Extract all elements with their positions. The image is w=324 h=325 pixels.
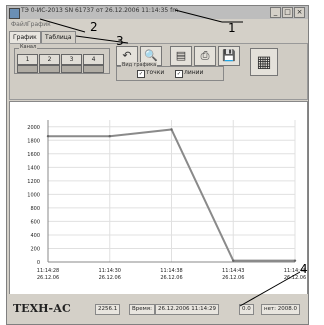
series-point: [108, 135, 111, 138]
series-point: [46, 135, 50, 138]
tab-table[interactable]: Таблица: [41, 31, 76, 43]
document-icon[interactable]: ▤: [170, 46, 192, 66]
channel-group: Канал 1 2 3 4: [14, 44, 110, 74]
y-tick-label: 1600: [27, 152, 40, 158]
channel-1-indicator: [17, 65, 38, 73]
line-chart: 200018001600140012001000800600400200011:…: [27, 120, 306, 281]
series-point: [293, 259, 297, 262]
table-view-icon[interactable]: ▦: [250, 48, 278, 76]
view-group: Вид графика ✓ точки ✓ линии: [116, 62, 224, 81]
y-tick-label: 200: [30, 246, 40, 252]
status-code: 2256.1: [95, 304, 121, 315]
x-tick-label: 11:14:30: [99, 268, 121, 274]
channel-3-button[interactable]: 3: [61, 54, 82, 65]
app-icon: [9, 8, 20, 19]
channel-2-button[interactable]: 2: [39, 54, 60, 65]
annotation-1: 1: [228, 21, 236, 35]
y-tick-label: 0: [37, 260, 40, 266]
x-tick-label: 26.12.06: [160, 275, 182, 281]
x-tick-label: 11:14:38: [160, 268, 182, 274]
lines-checkbox[interactable]: ✓: [175, 70, 183, 78]
channel-group-label: Канал: [19, 44, 38, 50]
minimize-button[interactable]: _: [270, 7, 281, 18]
channel-2-indicator: [39, 65, 60, 73]
save-icon[interactable]: 💾: [218, 46, 240, 66]
series-point: [232, 259, 235, 262]
y-tick-label: 800: [30, 206, 40, 212]
y-tick-label: 1000: [27, 192, 40, 198]
print-icon[interactable]: ⎙: [194, 46, 216, 66]
menu-file[interactable]: Файл: [11, 21, 28, 28]
status-bar: ТЕХН-АС 2256.1 Время: 26.12.2006 11:14:2…: [7, 294, 308, 324]
maximize-button[interactable]: □: [282, 7, 293, 18]
menu-bar: Файл График: [7, 20, 308, 30]
x-tick-label: 11:14:28: [37, 268, 59, 274]
points-checkbox[interactable]: ✓: [137, 70, 145, 78]
status-time-label: Время:: [129, 304, 155, 315]
y-tick-label: 2000: [27, 125, 40, 131]
app-window: ТЭ 0-ИС-2013 SN 61737 от 26.12.2006 11:1…: [6, 5, 309, 325]
chart-panel: 2000 1800 1600 1400 1200 1000 800 600 400 200 0 11:…: [9, 101, 308, 295]
menu-graph[interactable]: График: [27, 21, 51, 28]
toolbar: Канал 1 2 3 4 ↶ 🔍 ▤ ⎙ 💾 ▦ Вид графика ✓ …: [9, 43, 308, 100]
lines-checkbox-label: линии: [184, 69, 204, 76]
x-tick-label: 11:14:43: [222, 268, 244, 274]
x-tick-label: 26.12.06: [99, 275, 121, 281]
y-tick-label: 1200: [27, 179, 40, 185]
annotation-2: 2: [90, 20, 98, 34]
y-tick-label: 600: [30, 219, 40, 225]
view-group-label: Вид графика: [121, 62, 158, 68]
annotation-3: 3: [116, 34, 124, 48]
annotation-4: 4: [300, 262, 308, 276]
x-tick-label: 26.12.06: [37, 275, 59, 281]
y-tick-label: 1400: [27, 165, 40, 171]
brand-logo: ТЕХН-АС: [13, 302, 71, 315]
channel-1-button[interactable]: 1: [17, 54, 38, 65]
series-point: [170, 128, 173, 131]
close-button[interactable]: ×: [294, 7, 305, 18]
tab-graph[interactable]: График: [9, 31, 41, 43]
x-tick-label: 26.12.06: [222, 275, 244, 281]
status-time-value: 26.12.2006 11:14:29: [155, 304, 219, 315]
y-tick-label: 1800: [27, 138, 40, 144]
status-extra: нет: 2008.0: [261, 304, 301, 315]
window-title: ТЭ 0-ИС-2013 SN 61737 от 26.12.2006 11:1…: [21, 7, 179, 14]
channel-3-indicator: [61, 65, 82, 73]
points-checkbox-label: точки: [146, 69, 165, 76]
channel-4-indicator: [83, 65, 104, 73]
y-tick-label: 400: [30, 233, 40, 239]
title-bar[interactable]: ТЭ 0-ИС-2013 SN 61737 от 26.12.2006 11:1…: [7, 6, 308, 19]
channel-4-button[interactable]: 4: [83, 54, 104, 65]
status-value: 0.0: [239, 304, 254, 315]
